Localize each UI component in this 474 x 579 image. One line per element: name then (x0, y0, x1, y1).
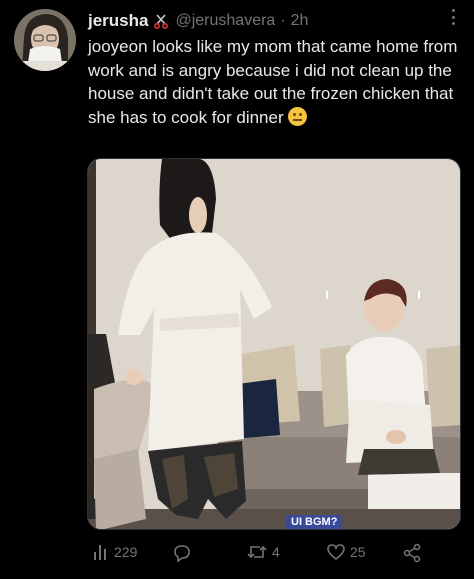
tweet-header: jerusha @jerushavera · 2h (88, 11, 308, 31)
user-handle[interactable]: @jerushavera (175, 12, 275, 30)
views-button[interactable]: 229 (88, 543, 137, 561)
more-icon[interactable] (446, 6, 460, 28)
display-name[interactable]: jerusha (88, 11, 148, 31)
share-button[interactable] (398, 543, 422, 563)
separator-dot: · (280, 12, 286, 29)
action-bar: 229 4 25 (88, 543, 428, 565)
tweet-text: jooyeon looks like my mom that came home… (88, 35, 468, 129)
views-count: 229 (114, 544, 138, 560)
views-icon (92, 543, 110, 561)
tweet-body: jooyeon looks like my mom that came home… (88, 37, 458, 127)
likes-count: 25 (350, 544, 366, 560)
share-icon (402, 543, 422, 563)
neutral-face-emoji (288, 106, 308, 126)
tweet-media[interactable]: UI BGM? (87, 158, 461, 530)
timestamp[interactable]: 2h (291, 12, 309, 30)
retweet-button[interactable]: 4 (242, 543, 280, 561)
reply-icon (172, 543, 192, 563)
retweets-count: 4 (272, 544, 280, 560)
like-button[interactable]: 25 (322, 543, 366, 561)
scissors-icon (153, 13, 169, 30)
avatar[interactable] (14, 9, 76, 71)
retweet-icon (246, 543, 268, 561)
reply-button[interactable] (168, 543, 196, 563)
heart-icon (326, 543, 346, 561)
media-caption: UI BGM? (286, 515, 343, 529)
